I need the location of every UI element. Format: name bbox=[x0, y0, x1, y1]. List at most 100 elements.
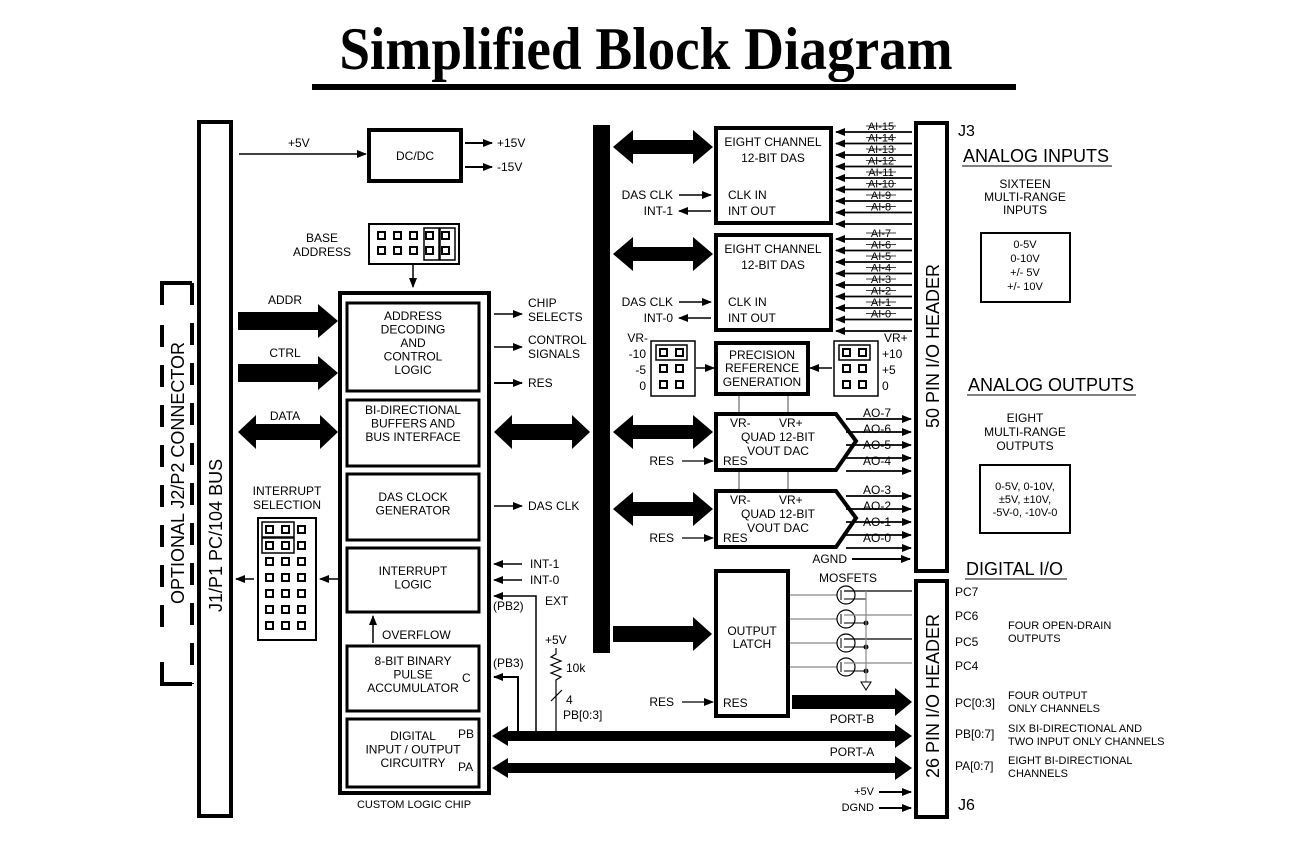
das-clk-in: CLK IN bbox=[728, 295, 767, 309]
digital-io-legend: DIGITAL I/O PC7 PC6 PC5 PC4 PC[0:3] PB[0… bbox=[955, 559, 1164, 780]
analog-output-label: AO-1 bbox=[863, 515, 891, 529]
ao-desc-1: EIGHT bbox=[1007, 411, 1044, 425]
pullup-5v-label: +5V bbox=[545, 633, 567, 647]
ai-range-3: +/- 5V bbox=[1010, 267, 1040, 279]
jumper-pin bbox=[281, 621, 290, 630]
das-title: EIGHT CHANNEL bbox=[724, 242, 821, 256]
pa07-desc-2: CHANNELS bbox=[1008, 768, 1068, 780]
das-data-arrow bbox=[613, 237, 713, 271]
das-clk-in: CLK IN bbox=[728, 188, 767, 202]
block-diagram: OPTIONAL J2/P2 CONNECTOR J1/P1 PC/104 BU… bbox=[160, 120, 1164, 819]
jumper-pin bbox=[858, 348, 867, 357]
ai-desc-3: INPUTS bbox=[1003, 203, 1047, 217]
jumper-pin bbox=[297, 541, 306, 550]
internal-data-bus bbox=[593, 125, 610, 653]
vr-plus-opt-2: +5 bbox=[882, 363, 896, 377]
jumper-pin bbox=[281, 557, 290, 566]
jumper-pin bbox=[425, 231, 434, 240]
jumper-pin bbox=[297, 621, 306, 630]
jumper-pin bbox=[281, 589, 290, 598]
ctrl-label: CTRL bbox=[269, 346, 301, 360]
pin-pc4: PC4 bbox=[955, 659, 979, 673]
ai-desc-2: MULTI-RANGE bbox=[984, 190, 1066, 204]
latch-res-in: RES bbox=[723, 696, 748, 710]
vr-plus-opt-1: +10 bbox=[882, 347, 903, 361]
j6-header-label: 26 PIN I/O HEADER bbox=[923, 614, 943, 778]
data-label: DATA bbox=[270, 409, 300, 423]
chip-block-text: BI-DIRECTIONAL bbox=[365, 403, 461, 417]
dac-res-label: RES bbox=[649, 531, 674, 545]
analog-input-label: AI-2 bbox=[871, 286, 891, 298]
das-int-label: INT-0 bbox=[644, 311, 674, 325]
jumper-pin bbox=[842, 348, 851, 357]
internal-data-arrow bbox=[494, 415, 590, 449]
jumper-pin bbox=[659, 364, 668, 373]
jumper-pin bbox=[265, 525, 274, 534]
power-section: +5V DC/DC +15V -15V bbox=[239, 128, 525, 183]
analog-input-label: AI-0 bbox=[871, 309, 891, 321]
bus-arrows: ADDR CTRL DATA bbox=[238, 293, 338, 449]
pin-pc6: PC6 bbox=[955, 609, 979, 623]
pb07-desc-1: SIX BI-DIRECTIONAL AND bbox=[1008, 723, 1142, 735]
jumper-pin bbox=[265, 621, 274, 630]
jumper-pin bbox=[659, 380, 668, 389]
overflow-label: OVERFLOW bbox=[382, 628, 451, 642]
ground-icon bbox=[860, 681, 872, 691]
base-address-jumper: BASE ADDRESS bbox=[293, 223, 460, 288]
jumper-pin bbox=[281, 541, 290, 550]
mosfets-label: MOSFETS bbox=[819, 571, 877, 585]
base-address-label-1: BASE bbox=[306, 231, 338, 245]
chip-block-text: CIRCUITRY bbox=[380, 756, 445, 770]
das-blocks: EIGHT CHANNEL 12-BIT DAS CLK IN INT OUT DAS … bbox=[613, 121, 912, 335]
chip-block-text: LOGIC bbox=[394, 578, 432, 592]
analog-outputs-heading: ANALOG OUTPUTS bbox=[968, 375, 1134, 395]
header-5v-label: +5V bbox=[854, 786, 875, 798]
custom-logic-chip: CUSTOM LOGIC CHIP ADDRESSDECODINGANDCONT… bbox=[338, 291, 491, 811]
vr-minus-opt-3: 0 bbox=[639, 379, 646, 393]
jumper-pin bbox=[842, 364, 851, 373]
analog-inputs-legend: ANALOG INPUTS SIXTEEN MULTI-RANGE INPUTS… bbox=[962, 146, 1112, 303]
das-title: 12-BIT DAS bbox=[741, 258, 805, 272]
ai-range-4: +/- 10V bbox=[1007, 281, 1043, 293]
ai-range-1: 0-5V bbox=[1013, 239, 1037, 251]
jumper-pin bbox=[281, 525, 290, 534]
vr-plus-opt-3: 0 bbox=[882, 379, 889, 393]
accumulator-c-label: C bbox=[462, 671, 471, 685]
jumper-pin bbox=[265, 573, 274, 582]
latch-line-2: LATCH bbox=[733, 637, 771, 651]
base-address-label-2: ADDRESS bbox=[293, 245, 351, 259]
mosfet-icon bbox=[836, 657, 856, 677]
ao-range-1: 0-5V, 0-10V, bbox=[995, 481, 1055, 493]
open-drain-desc-1: FOUR OPEN-DRAIN bbox=[1008, 620, 1111, 632]
jumper-pin bbox=[297, 605, 306, 614]
dac-title: VOUT DAC bbox=[747, 521, 809, 535]
chip-caption: CUSTOM LOGIC CHIP bbox=[357, 799, 471, 811]
ctrl-arrow bbox=[238, 356, 338, 390]
dac-res-in: RES bbox=[723, 531, 748, 545]
pin-pc7: PC7 bbox=[955, 585, 979, 599]
das-data-arrow bbox=[613, 130, 713, 164]
mosfet-icon bbox=[836, 585, 856, 605]
jumper-pin bbox=[281, 573, 290, 582]
jumper-pin bbox=[675, 380, 684, 389]
jumper-pin bbox=[441, 246, 450, 255]
vr-plus-label: VR+ bbox=[884, 331, 908, 345]
dac-vrp: VR+ bbox=[779, 416, 803, 430]
digital-io-heading: DIGITAL I/O bbox=[966, 559, 1063, 579]
jumper-pin bbox=[409, 231, 418, 240]
pc104-bus: J1/P1 PC/104 BUS bbox=[197, 120, 233, 818]
control-signals-2: SIGNALS bbox=[528, 347, 580, 361]
j3-label: J3 bbox=[958, 123, 975, 140]
jumper-pin bbox=[409, 246, 418, 255]
dac-res-in: RES bbox=[723, 454, 748, 468]
jumper-pin bbox=[297, 557, 306, 566]
bus-width-label: 4 bbox=[566, 693, 573, 707]
chip-outputs: CHIP SELECTS CONTROL SIGNALS RES DAS CLK… bbox=[493, 296, 602, 734]
analog-input-label: AI-8 bbox=[871, 202, 891, 214]
vr-minus-opt-2: -5 bbox=[635, 363, 646, 377]
resistor-value: 10k bbox=[566, 661, 586, 675]
control-signals-1: CONTROL bbox=[528, 333, 587, 347]
mosfet-array bbox=[790, 585, 912, 691]
das-clk-out-label: DAS CLK bbox=[528, 499, 579, 513]
ao-desc-3: OUTPUTS bbox=[996, 439, 1053, 453]
